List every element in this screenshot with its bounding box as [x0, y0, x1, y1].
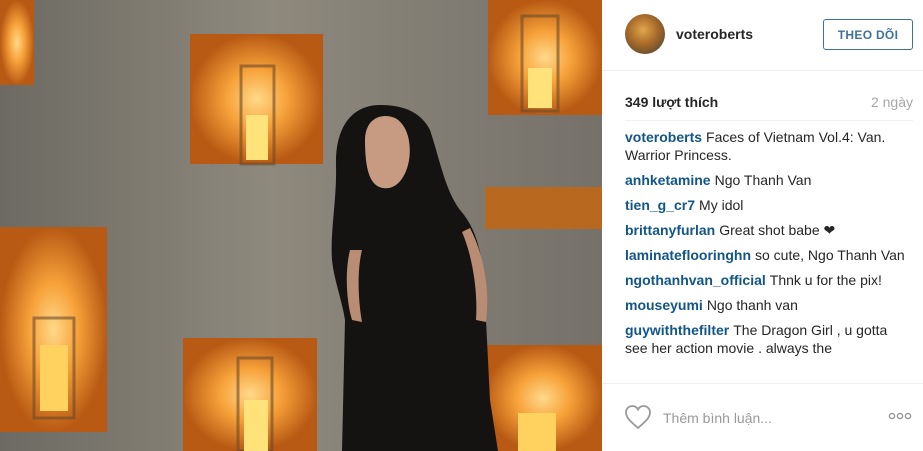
comment-text: so cute, Ngo Thanh Van: [755, 247, 905, 263]
heart-outline-icon[interactable]: [624, 404, 652, 430]
post-sidebar: voteroberts THEO DÕI 349 lượt thích 2 ng…: [602, 0, 923, 451]
comment-text: Ngo Thanh Van: [714, 172, 812, 188]
comment: tien_g_cr7 My idol: [625, 196, 905, 214]
comment-username[interactable]: brittanyfurlan: [625, 222, 715, 238]
comment-text: Ngo thanh van: [706, 297, 798, 313]
avatar[interactable]: [625, 14, 665, 54]
post-meta: 349 lượt thích 2 ngày: [625, 94, 913, 114]
more-options-icon[interactable]: [888, 411, 912, 421]
comment: brittanyfurlan Great shot babe ❤: [625, 221, 905, 239]
comment-text: My idol: [699, 197, 744, 213]
photo-illustration: [0, 0, 602, 451]
comment-username[interactable]: guywiththefilter: [625, 322, 729, 338]
comment-username[interactable]: anhketamine: [625, 172, 711, 188]
comments-list[interactable]: voteroberts Faces of Vietnam Vol.4: Van. …: [625, 128, 905, 381]
follow-button[interactable]: THEO DÕI: [823, 19, 913, 50]
comment-username[interactable]: tien_g_cr7: [625, 197, 695, 213]
comment: voteroberts Faces of Vietnam Vol.4: Van. …: [625, 128, 905, 164]
comment-username[interactable]: laminateflooringhn: [625, 247, 751, 263]
comment-text: Great shot babe ❤: [719, 222, 836, 238]
comment: mouseyumi Ngo thanh van: [625, 296, 905, 314]
divider: [625, 120, 913, 121]
comment-username[interactable]: ngothanhvan_official: [625, 272, 766, 288]
comment-username[interactable]: mouseyumi: [625, 297, 703, 313]
instagram-post: voteroberts THEO DÕI 349 lượt thích 2 ng…: [0, 0, 923, 451]
comment-bar: Thêm bình luận...: [602, 383, 923, 451]
comment: laminateflooringhn so cute, Ngo Thanh Van: [625, 246, 905, 264]
comment-username[interactable]: voteroberts: [625, 129, 702, 145]
comment-text: Thnk u for the pix!: [769, 272, 882, 288]
post-age[interactable]: 2 ngày: [871, 94, 913, 110]
post-header: voteroberts THEO DÕI: [602, 0, 923, 71]
add-comment-input[interactable]: Thêm bình luận...: [663, 410, 772, 426]
post-photo[interactable]: [0, 0, 602, 451]
author-username[interactable]: voteroberts: [676, 26, 753, 42]
comment: guywiththefilter The Dragon Girl , u gott…: [625, 321, 905, 357]
comment: ngothanhvan_official Thnk u for the pix!: [625, 271, 905, 289]
comment: anhketamine Ngo Thanh Van: [625, 171, 905, 189]
likes-count[interactable]: 349 lượt thích: [625, 94, 718, 110]
